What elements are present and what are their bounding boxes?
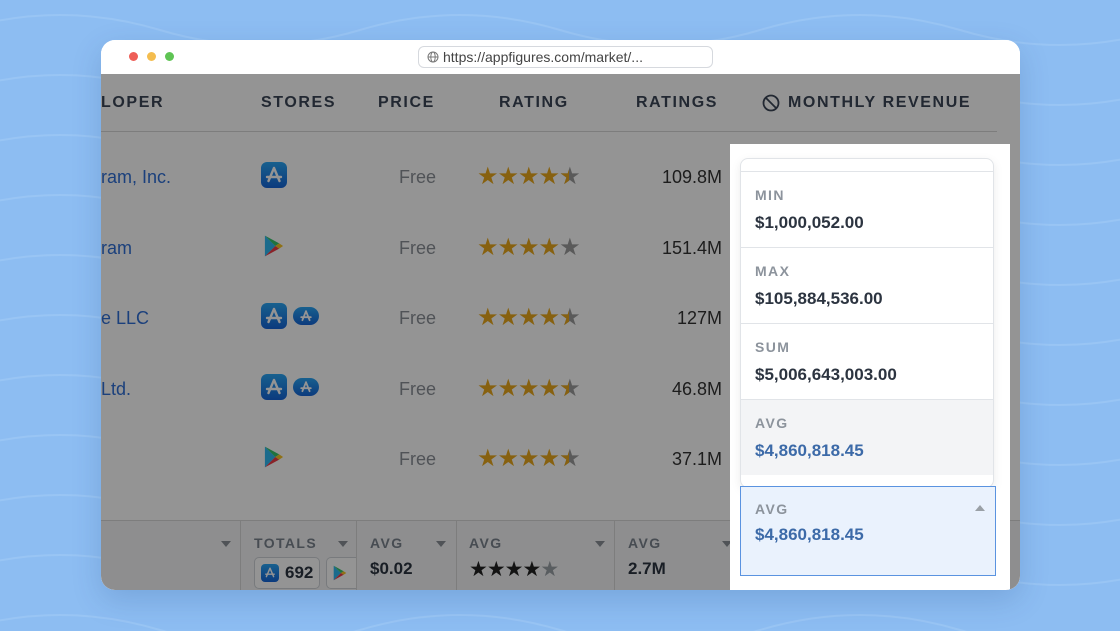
- aggregation-option-value: $4,860,818.45: [755, 441, 864, 460]
- aggregation-option-value: $1,000,052.00: [755, 213, 864, 232]
- close-window-button[interactable]: [129, 52, 138, 61]
- aggregation-option-avg[interactable]: AVG $4,860,818.45: [741, 399, 993, 475]
- aggregation-option-label: MIN: [755, 187, 785, 203]
- market-table-page: LOPER STORES PRICE RATING RATINGS MONTHL…: [101, 74, 1020, 590]
- aggregation-option-value: $5,006,643,003.00: [755, 365, 897, 384]
- aggregation-option-sum[interactable]: SUM $5,006,643,003.00: [741, 323, 993, 399]
- revenue-aggregation-value: $4,860,818.45: [755, 525, 864, 544]
- browser-titlebar: https://appfigures.com/market/...: [101, 40, 1020, 74]
- aggregation-option-min[interactable]: MIN $1,000,052.00: [741, 171, 993, 247]
- address-bar[interactable]: https://appfigures.com/market/...: [418, 46, 713, 68]
- address-bar-url: https://appfigures.com/market/...: [443, 49, 643, 65]
- browser-window: https://appfigures.com/market/... LOPER …: [101, 40, 1020, 590]
- dropdown-scroll-spacer: [741, 159, 993, 171]
- maximize-window-button[interactable]: [165, 52, 174, 61]
- revenue-aggregation-panel: MIN $1,000,052.00 MAX $105,884,536.00 SU…: [730, 144, 1010, 590]
- minimize-window-button[interactable]: [147, 52, 156, 61]
- revenue-aggregation-label: AVG: [755, 501, 789, 517]
- aggregation-option-label: AVG: [755, 415, 789, 431]
- revenue-aggregation-dropdown: MIN $1,000,052.00 MAX $105,884,536.00 SU…: [740, 158, 994, 488]
- aggregation-option-label: SUM: [755, 339, 791, 355]
- aggregation-option-label: MAX: [755, 263, 791, 279]
- globe-icon: [427, 51, 439, 63]
- aggregation-option-value: $105,884,536.00: [755, 289, 883, 308]
- revenue-aggregation-select[interactable]: AVG $4,860,818.45: [740, 486, 996, 576]
- aggregation-option-max[interactable]: MAX $105,884,536.00: [741, 247, 993, 323]
- chevron-up-icon: [975, 505, 985, 511]
